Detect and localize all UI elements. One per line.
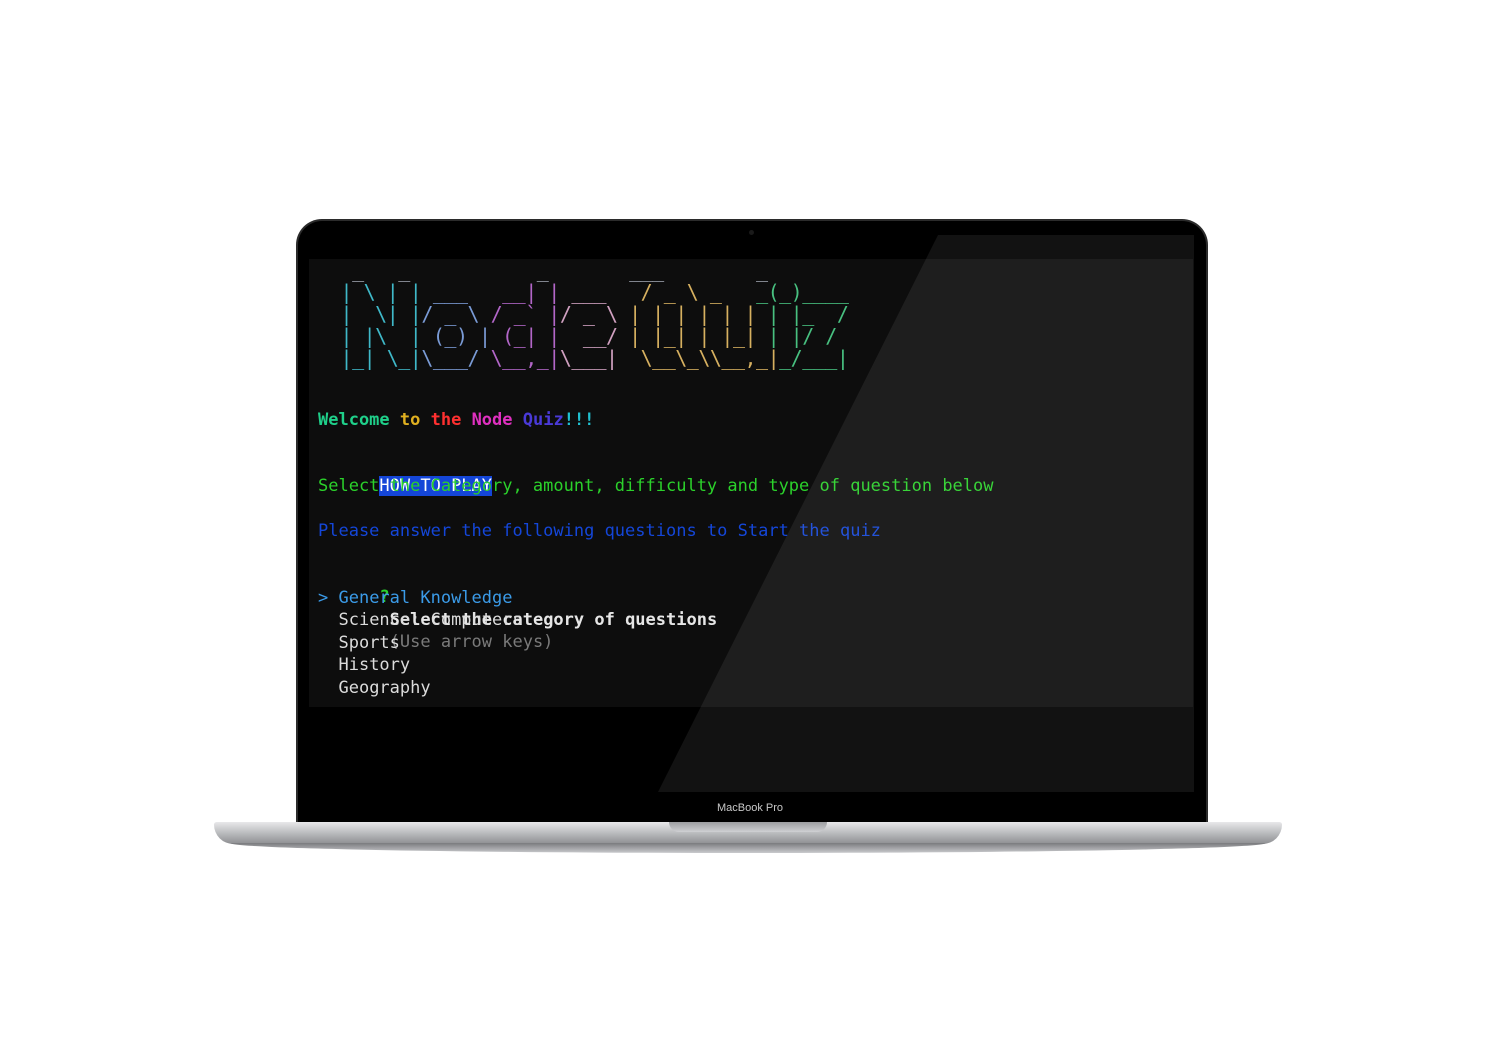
terminal-window: _ _ _ ___ _ | \ | | ___ __| | ___ / _ \ … — [309, 259, 1193, 707]
category-option-label: Geography — [338, 677, 431, 698]
ascii-logo-segment: \__\_\\__,_| — [629, 346, 780, 370]
category-option-label: General Knowledge — [338, 588, 513, 608]
ascii-logo-line: _ _ _ ___ _ — [329, 259, 848, 281]
ascii-logo: _ _ _ ___ _ | \ | | ___ __| | ___ / _ \ … — [329, 259, 849, 370]
laptop-notch — [669, 822, 827, 832]
welcome-word: Node — [471, 410, 523, 430]
welcome-word: Quiz — [522, 410, 564, 430]
selection-pointer-icon: > — [318, 588, 339, 608]
welcome-word: !!! — [563, 410, 595, 430]
ascii-logo-segment: / _` | — [490, 302, 561, 326]
selection-pointer-icon — [318, 633, 338, 653]
ascii-logo-segment: | \| | — [329, 302, 422, 326]
selection-pointer-icon — [318, 678, 338, 698]
ascii-logo-segment: __| | — [502, 280, 560, 304]
category-option-label: History — [338, 655, 411, 676]
ascii-logo-line: | |\ | (_) | (_| | __/ | |_| | |_| | |/ … — [329, 325, 848, 347]
ascii-logo-segment: ___ — [559, 280, 641, 304]
ascii-logo-line: |_| \_|\___/ \__,_|\___| \__\_\\__,_|_/_… — [329, 346, 849, 370]
ascii-logo-segment: __/ — [559, 324, 630, 348]
ascii-logo-segment: \___| — [559, 346, 630, 370]
camera-icon — [749, 230, 754, 235]
category-option-label: Science: Computers — [338, 610, 523, 631]
ascii-logo-segment: | \ | | — [329, 280, 422, 304]
laptop-base-bottom — [230, 843, 1266, 853]
ascii-logo-segment: / _ \ _ — [640, 280, 757, 304]
ascii-logo-segment: (_| | — [490, 324, 560, 348]
welcome-word: the — [430, 410, 472, 430]
ascii-logo-segment: | |/ / — [767, 324, 849, 348]
ascii-logo-segment: / _ \ — [559, 302, 630, 326]
ascii-logo-segment: \___/ — [421, 346, 491, 370]
category-option[interactable]: Sports — [318, 632, 523, 654]
ascii-logo-segment: | |_| | |_| — [629, 324, 768, 348]
welcome-word: Welcome — [318, 410, 400, 430]
ascii-logo-line: | \ | | ___ __| | ___ / _ \ _ _(_)____ — [329, 280, 849, 304]
category-option[interactable]: Geography — [318, 677, 523, 699]
ascii-logo-segment: \__,_| — [490, 346, 561, 370]
ascii-logo-segment: / _ \ — [421, 302, 491, 326]
ascii-logo-segment: (_) | — [421, 324, 491, 348]
ascii-logo-line: | \| |/ _ \ / _` |/ _ \ | | | | | | | |_… — [329, 302, 849, 326]
ascii-logo-segment: | |\ | — [329, 324, 422, 348]
ascii-logo-segment: | |_ / — [767, 302, 849, 326]
device-label: MacBook Pro — [716, 802, 784, 814]
welcome-word: to — [399, 410, 431, 430]
category-option[interactable]: Science: Computers — [318, 609, 523, 631]
selection-pointer-icon — [318, 610, 338, 630]
category-option[interactable]: History — [318, 654, 523, 676]
ascii-logo-segment: | | | | | | — [629, 302, 768, 326]
start-instructions: Please answer the following questions to… — [318, 521, 881, 541]
ascii-logo-segment: |_| \_| — [329, 346, 422, 370]
category-option[interactable]: > General Knowledge — [318, 587, 523, 609]
how-to-play-text: Select the Category, amount, difficulty … — [318, 476, 994, 496]
ascii-logo-segment: _ _ _ ___ _ — [329, 259, 837, 282]
welcome-message: Welcome to the Node Quiz!!! — [318, 409, 594, 431]
ascii-logo-segment: ___ — [421, 280, 503, 304]
ascii-logo-segment: _/___| — [779, 346, 849, 370]
laptop-mockup: _ _ _ ___ _ | \ | | ___ __| | ___ / _ \ … — [0, 0, 1500, 1038]
category-option-label: Sports — [338, 632, 400, 653]
selection-pointer-icon — [318, 655, 338, 675]
category-choices[interactable]: > General Knowledge Science: Computers S… — [318, 587, 523, 699]
ascii-logo-segment: _(_)____ — [756, 280, 849, 304]
